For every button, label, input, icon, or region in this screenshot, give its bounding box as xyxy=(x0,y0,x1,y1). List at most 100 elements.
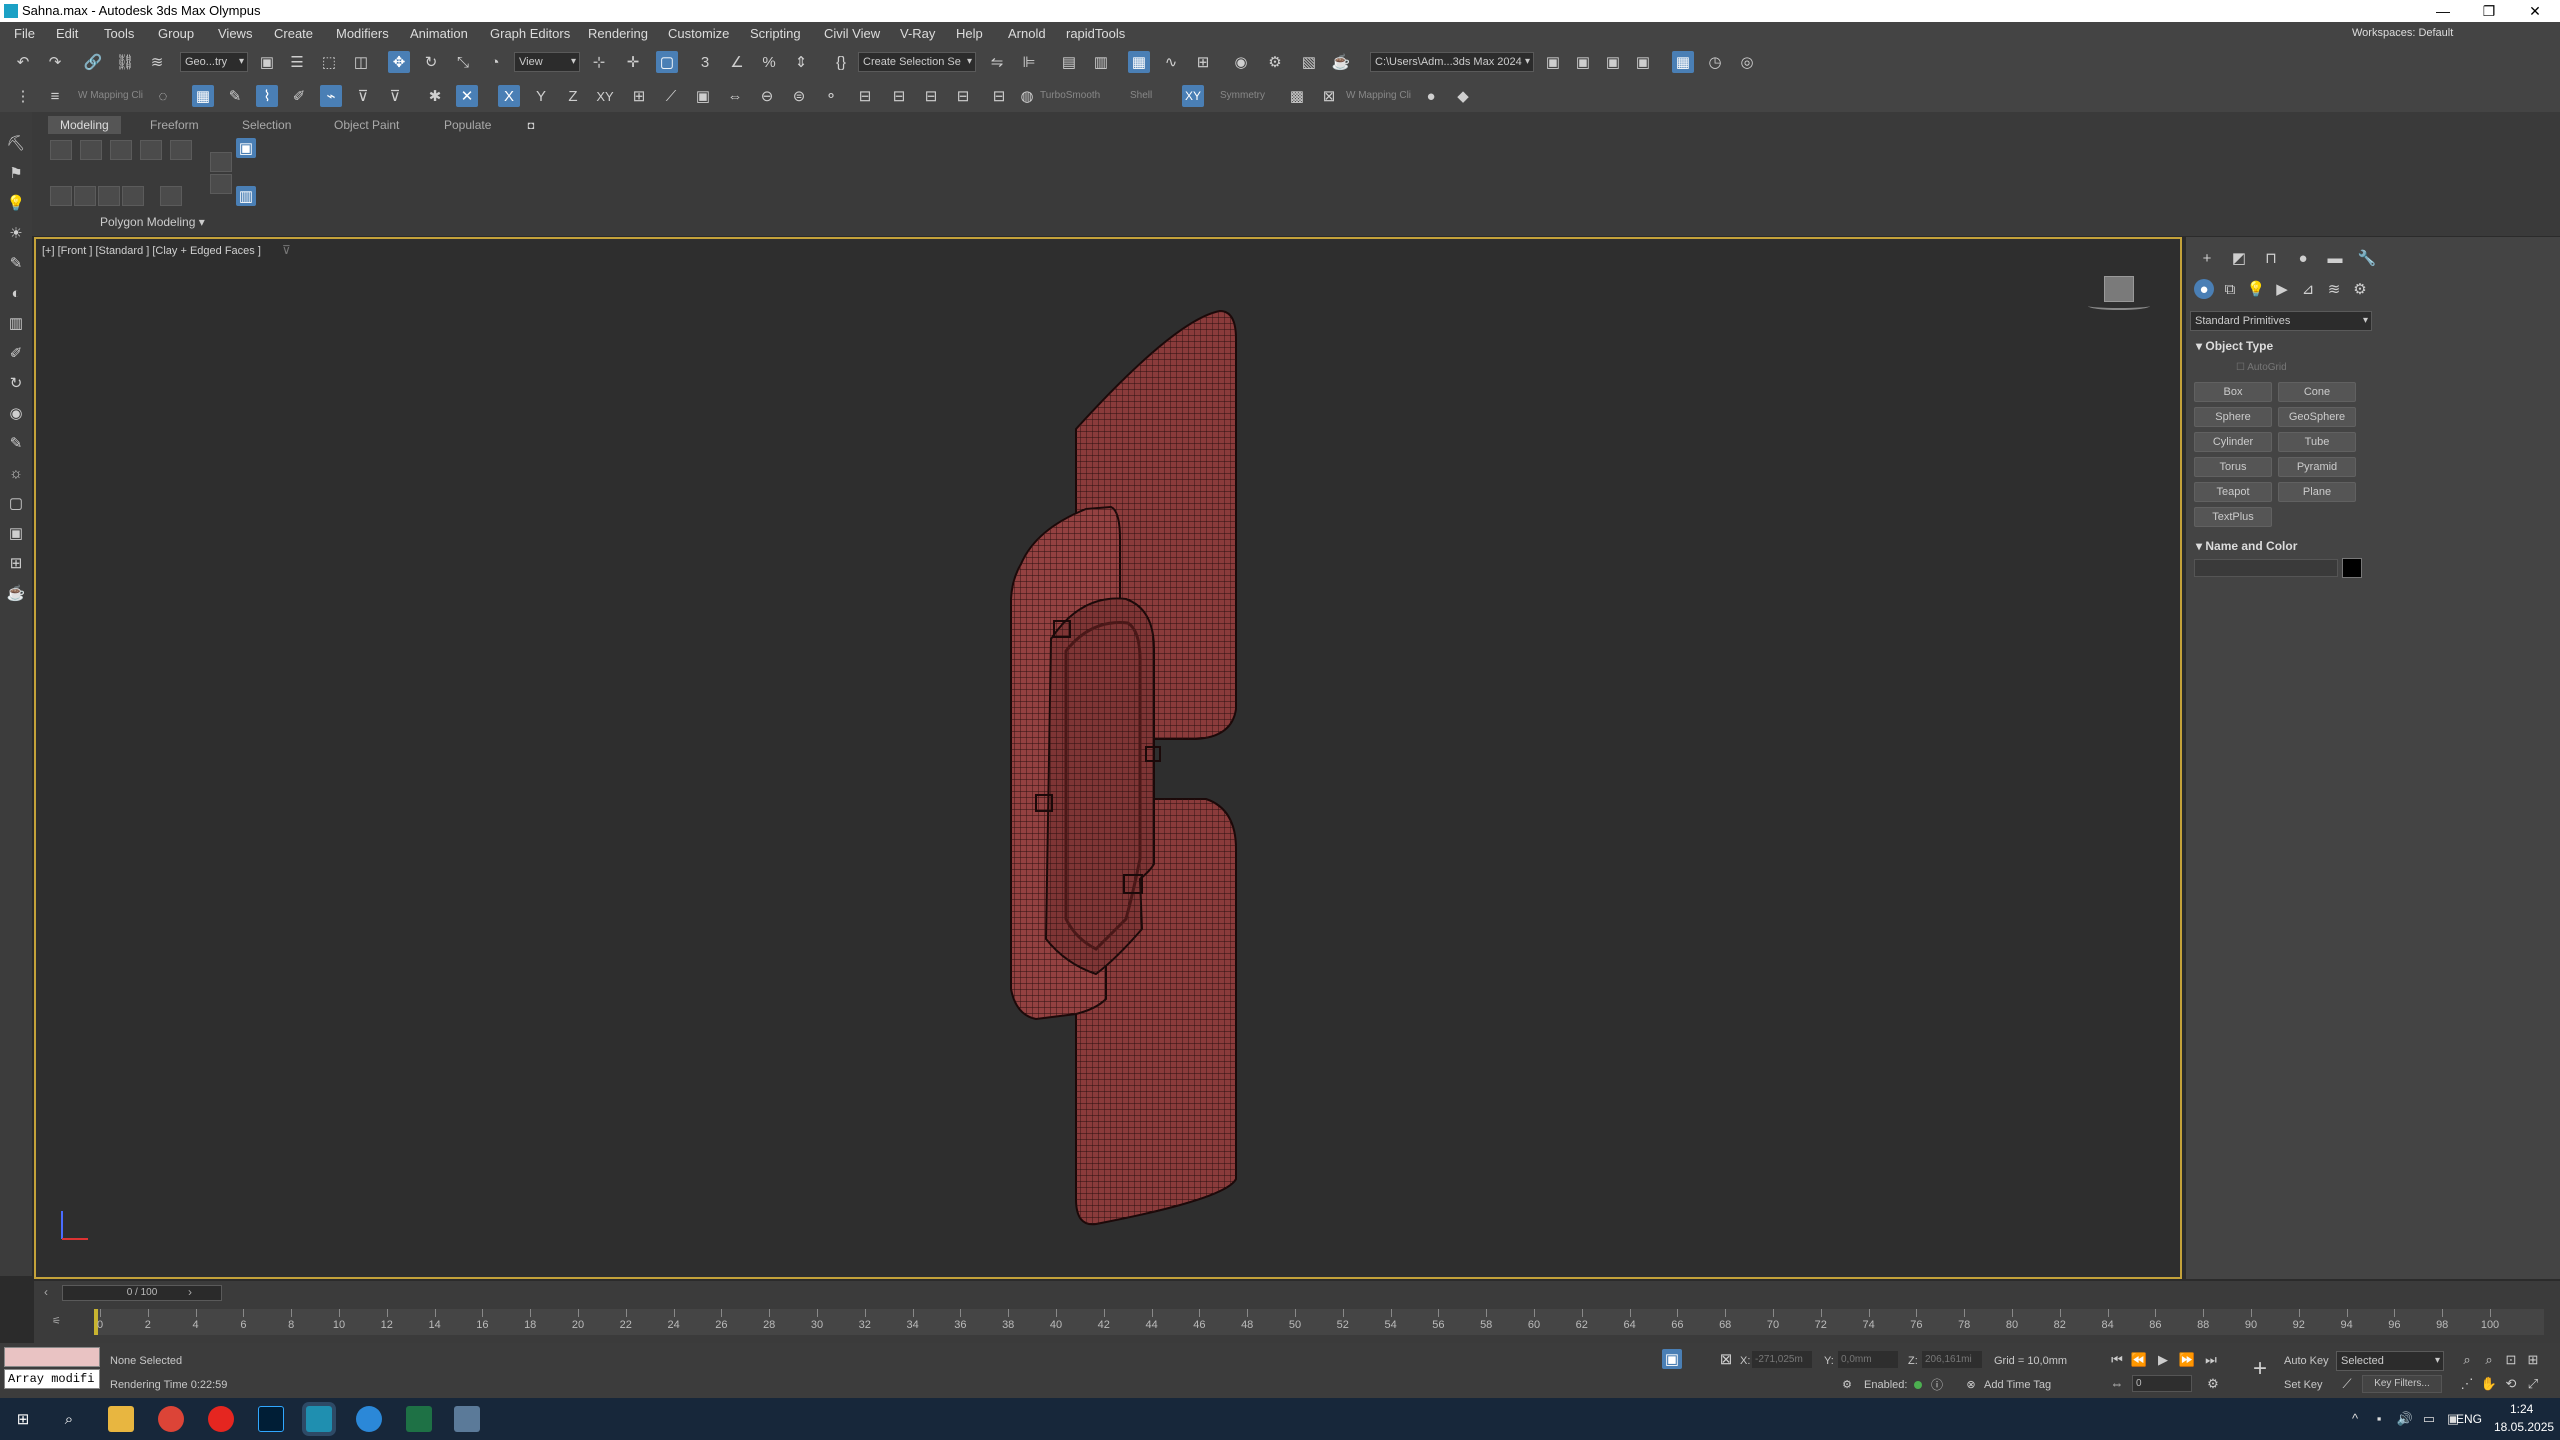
symmetry-xy-button[interactable]: XY xyxy=(1182,85,1204,107)
symmetry-label[interactable]: Symmetry xyxy=(1220,90,1265,101)
tab-freeform[interactable]: Freeform xyxy=(138,116,211,134)
dotted-select-icon[interactable]: ◌ xyxy=(152,85,174,107)
menu-graph-editors[interactable]: Graph Editors xyxy=(490,26,570,41)
ribbon-tool-7[interactable] xyxy=(74,186,96,206)
light-side-icon[interactable]: 💡 xyxy=(5,192,27,214)
prev-key-icon[interactable]: ⏪ xyxy=(2130,1351,2148,1369)
3dsmax-taskbar-icon[interactable] xyxy=(306,1406,332,1432)
render-side-icon[interactable]: ▣ xyxy=(5,522,27,544)
network-icon[interactable]: ▭ xyxy=(2420,1410,2438,1428)
project-icon-4[interactable]: ▣ xyxy=(1632,51,1654,73)
key-mode-dropdown[interactable]: Selected xyxy=(2336,1351,2444,1371)
photoshop-icon[interactable] xyxy=(258,1406,284,1432)
ribbon-tool-10[interactable] xyxy=(160,186,182,206)
menu-animation[interactable]: Animation xyxy=(410,26,468,41)
sphere-icon[interactable]: ● xyxy=(1420,85,1442,107)
clock-time[interactable]: 1:24 xyxy=(2510,1402,2533,1416)
zoom-extents-icon[interactable]: ⊡ xyxy=(2502,1351,2520,1369)
snaps-toggle-icon[interactable]: 3 xyxy=(694,51,716,73)
tool-icon-e[interactable]: ⊖ xyxy=(756,85,778,107)
hierarchy-tab-icon[interactable]: ⊓ xyxy=(2260,247,2282,269)
mapping-label-2[interactable]: W Mapping Cli xyxy=(1346,90,1411,101)
windows-start-icon[interactable]: ⊞ xyxy=(12,1408,34,1430)
next-frame-arrow-icon[interactable]: › xyxy=(188,1285,192,1299)
sphere-button[interactable]: Sphere xyxy=(2194,407,2272,427)
vray-frame-buffer-icon[interactable]: ▦ xyxy=(1672,51,1694,73)
mapping-icon[interactable]: ≡ xyxy=(44,85,66,107)
info-icon[interactable]: ⓘ xyxy=(1928,1375,1946,1393)
lights-icon[interactable]: 💡 xyxy=(2246,279,2266,299)
mirror-icon[interactable]: ⇋ xyxy=(986,51,1008,73)
box-button[interactable]: Box xyxy=(2194,382,2272,402)
go-end-icon[interactable]: ⏭ xyxy=(2202,1351,2220,1369)
menu-rendering[interactable]: Rendering xyxy=(588,26,648,41)
tool-icon-c[interactable]: ▣ xyxy=(692,85,714,107)
zoom-icon[interactable]: ⌕ xyxy=(2458,1351,2476,1369)
name-color-rollout[interactable]: ▾ Name and Color xyxy=(2196,539,2297,553)
vray-clock-icon[interactable]: ◷ xyxy=(1704,51,1726,73)
select-move-icon[interactable]: ✥ xyxy=(388,51,410,73)
menu-create[interactable]: Create xyxy=(274,26,313,41)
pyramid-button[interactable]: Pyramid xyxy=(2278,457,2356,477)
selection-filter-dropdown[interactable]: Geo...try xyxy=(180,52,248,72)
play-icon[interactable]: ▶ xyxy=(2154,1351,2172,1369)
primitive-category-dropdown[interactable]: Standard Primitives xyxy=(2190,311,2372,331)
messenger-icon[interactable] xyxy=(356,1406,382,1432)
tool-icon-g[interactable]: ⚬ xyxy=(820,85,842,107)
create-side-icon[interactable]: ⛏ xyxy=(5,132,27,154)
tool-icon-i[interactable]: ⊟ xyxy=(888,85,910,107)
percent-snap-icon[interactable]: % xyxy=(758,51,780,73)
checker-icon[interactable]: ▩ xyxy=(1286,85,1308,107)
menu-modifiers[interactable]: Modifiers xyxy=(336,26,389,41)
axis-xy-button[interactable]: XY xyxy=(594,85,616,107)
plane-button[interactable]: Plane xyxy=(2278,482,2356,502)
vray-interactive-icon[interactable]: ◎ xyxy=(1736,51,1758,73)
ribbon-tool-3[interactable] xyxy=(110,140,132,160)
fov-icon[interactable]: ⋰ xyxy=(2458,1375,2476,1393)
select-by-name-icon[interactable]: ☰ xyxy=(286,51,308,73)
ribbon-tool-11[interactable] xyxy=(210,152,232,172)
render-setup-icon[interactable]: ⚙ xyxy=(1264,51,1286,73)
object-color-swatch[interactable] xyxy=(2342,558,2362,578)
chrome-icon[interactable] xyxy=(158,1406,184,1432)
excel-icon[interactable] xyxy=(406,1406,432,1432)
teapot-side-icon[interactable]: ☕ xyxy=(5,582,27,604)
current-frame-field[interactable]: 0 xyxy=(2132,1375,2192,1392)
funnel-icon-2[interactable]: ⊽ xyxy=(384,85,406,107)
bulb-side-icon[interactable]: ☼ xyxy=(5,462,27,484)
ribbon-tool-1[interactable] xyxy=(50,140,72,160)
set-key-big-icon[interactable]: + xyxy=(2244,1353,2276,1385)
funnel-icon-1[interactable]: ⊽ xyxy=(352,85,374,107)
tool-icon-h[interactable]: ⊟ xyxy=(854,85,876,107)
grid-side-icon[interactable]: ⊞ xyxy=(5,552,27,574)
axis-x-button[interactable]: X xyxy=(498,85,520,107)
window-crossing-icon[interactable]: ◫ xyxy=(350,51,372,73)
torus-button[interactable]: Torus xyxy=(2194,457,2272,477)
display-tab-icon[interactable]: ▬ xyxy=(2324,247,2346,269)
menu-edit[interactable]: Edit xyxy=(56,26,78,41)
tool-toggle-icon-1[interactable]: ▦ xyxy=(192,85,214,107)
menu-views[interactable]: Views xyxy=(218,26,252,41)
set-key-button[interactable]: Set Key xyxy=(2284,1379,2323,1391)
select-rotate-icon[interactable]: ↻ xyxy=(420,51,442,73)
tool-icon-k[interactable]: ⊟ xyxy=(952,85,974,107)
maxscript-listener-mini[interactable] xyxy=(4,1347,100,1367)
workspaces-selector[interactable]: Workspaces: Default xyxy=(2352,27,2453,39)
viewcube-compass[interactable] xyxy=(2088,302,2150,310)
redo-icon[interactable]: ↷ xyxy=(44,51,66,73)
axis-z-button[interactable]: Z xyxy=(562,85,584,107)
isolate-selection-icon[interactable]: ▣ xyxy=(1662,1349,1682,1369)
zoom-extents-all-icon[interactable]: ⊞ xyxy=(2524,1351,2542,1369)
grid-icon[interactable]: ⋮ xyxy=(12,85,34,107)
spacewarps-icon[interactable]: ≋ xyxy=(2324,279,2344,299)
material-editor-icon[interactable]: ◉ xyxy=(1230,51,1252,73)
mapping-label[interactable]: W Mapping Cli xyxy=(78,90,143,101)
curve-editor-icon[interactable]: ∿ xyxy=(1160,51,1182,73)
schematic-view-icon[interactable]: ⊞ xyxy=(1192,51,1214,73)
viewcube[interactable] xyxy=(2104,276,2134,302)
restore-button[interactable]: ❐ xyxy=(2466,0,2512,22)
frame-counter[interactable]: 0 / 100 xyxy=(62,1285,222,1301)
cube-icon[interactable]: ◆ xyxy=(1452,85,1474,107)
textplus-button[interactable]: TextPlus xyxy=(2194,507,2272,527)
menu-tools[interactable]: Tools xyxy=(104,26,134,41)
